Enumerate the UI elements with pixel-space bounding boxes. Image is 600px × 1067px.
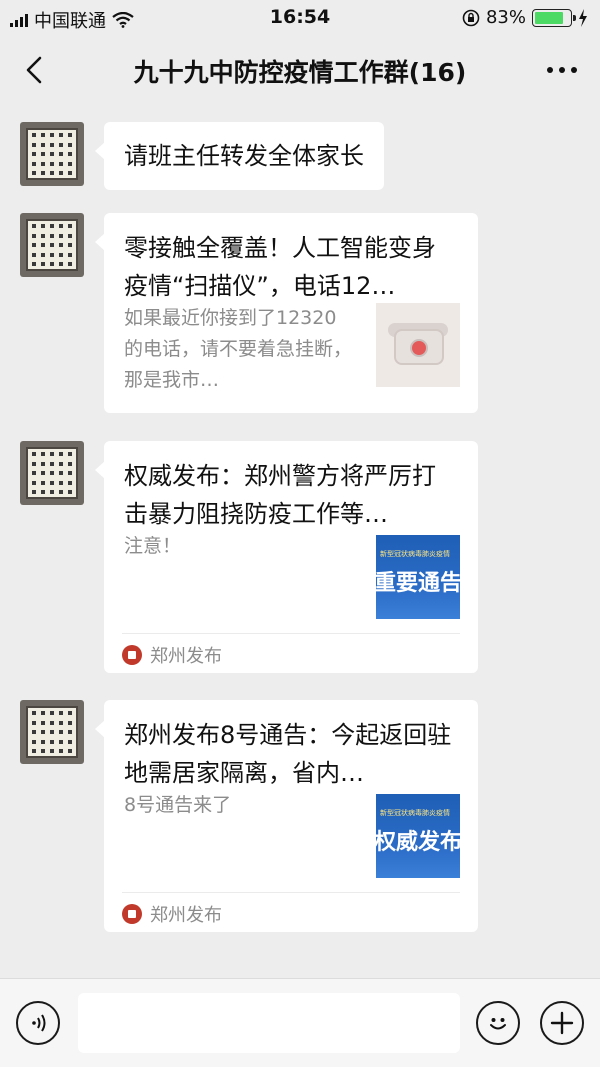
avatar[interactable] — [20, 441, 84, 505]
chat-input-bar — [0, 978, 600, 1067]
card-source: 郑州发布 — [122, 633, 460, 671]
emoji-icon — [490, 1018, 506, 1030]
voice-icon — [32, 1014, 46, 1032]
chat-title: 九十九中防控疫情工作群(16) — [133, 58, 467, 87]
thumbnail-text: 权威发布 — [376, 830, 460, 855]
orientation-lock-icon — [462, 9, 480, 26]
status-right: 83% — [462, 7, 588, 28]
thumbnail-heading: 新型冠状病毒肺炎疫情 — [380, 809, 450, 817]
status-bar: 中国联通 16:54 83% — [0, 0, 600, 38]
chat-header: 九十九中防控疫情工作群(16) — [0, 38, 600, 102]
notice-thumbnail-image: 新型冠状病毒肺炎疫情 权威发布 — [376, 794, 460, 878]
message-text: 请班主任转发全体家长 — [124, 142, 364, 170]
notice-thumbnail-image: 新型冠状病毒肺炎疫情 重要通告 — [376, 535, 460, 619]
avatar[interactable] — [20, 700, 84, 764]
thumbnail-text: 重要通告 — [376, 571, 460, 596]
avatar[interactable] — [20, 213, 84, 277]
more-dots-icon — [547, 67, 577, 73]
phone-thumbnail-image — [376, 303, 460, 387]
plus-button[interactable] — [540, 1001, 584, 1045]
article-description: 如果最近你接到了12320的电话，请不要着急挂断，那是我市… — [124, 307, 353, 391]
article-description: 注意！ — [124, 535, 182, 557]
source-name: 郑州发布 — [150, 904, 222, 926]
charging-icon — [579, 8, 587, 27]
thumbnail-heading: 新型冠状病毒肺炎疫情 — [380, 550, 450, 558]
article-card[interactable]: 郑州发布8号通告：今起返回驻地需居家隔离，省内… 8号通告来了 新型冠状病毒肺炎… — [95, 700, 478, 932]
emoji-button[interactable] — [476, 1001, 520, 1045]
article-title: 郑州发布8号通告：今起返回驻地需居家隔离，省内… — [124, 721, 452, 787]
back-button[interactable] — [18, 50, 54, 90]
battery-icon — [532, 8, 576, 27]
more-button[interactable] — [542, 50, 582, 90]
battery-fill — [535, 11, 564, 24]
article-description: 8号通告来了 — [124, 794, 232, 816]
article-title: 权威发布：郑州警方将严厉打击暴力阻挠防疫工作等… — [124, 462, 436, 528]
chevron-left-icon — [26, 56, 42, 84]
card-source: 郑州发布 — [122, 892, 460, 930]
avatar[interactable] — [20, 122, 84, 186]
source-name: 郑州发布 — [150, 645, 222, 667]
text-message-bubble[interactable]: 请班主任转发全体家长 — [95, 122, 384, 190]
message-input[interactable] — [78, 993, 460, 1053]
battery-percent: 83% — [485, 7, 526, 28]
source-logo-icon — [122, 903, 142, 924]
article-card[interactable]: 零接触全覆盖！人工智能变身疫情“扫描仪”，电话12… 如果最近你接到了12320… — [95, 213, 478, 413]
article-title: 零接触全覆盖！人工智能变身疫情“扫描仪”，电话12… — [124, 234, 436, 300]
source-logo-icon — [122, 644, 142, 665]
voice-button[interactable] — [16, 1001, 60, 1045]
plus-icon — [550, 1011, 574, 1035]
article-card[interactable]: 权威发布：郑州警方将严厉打击暴力阻挠防疫工作等… 注意！ 新型冠状病毒肺炎疫情 … — [95, 441, 478, 673]
